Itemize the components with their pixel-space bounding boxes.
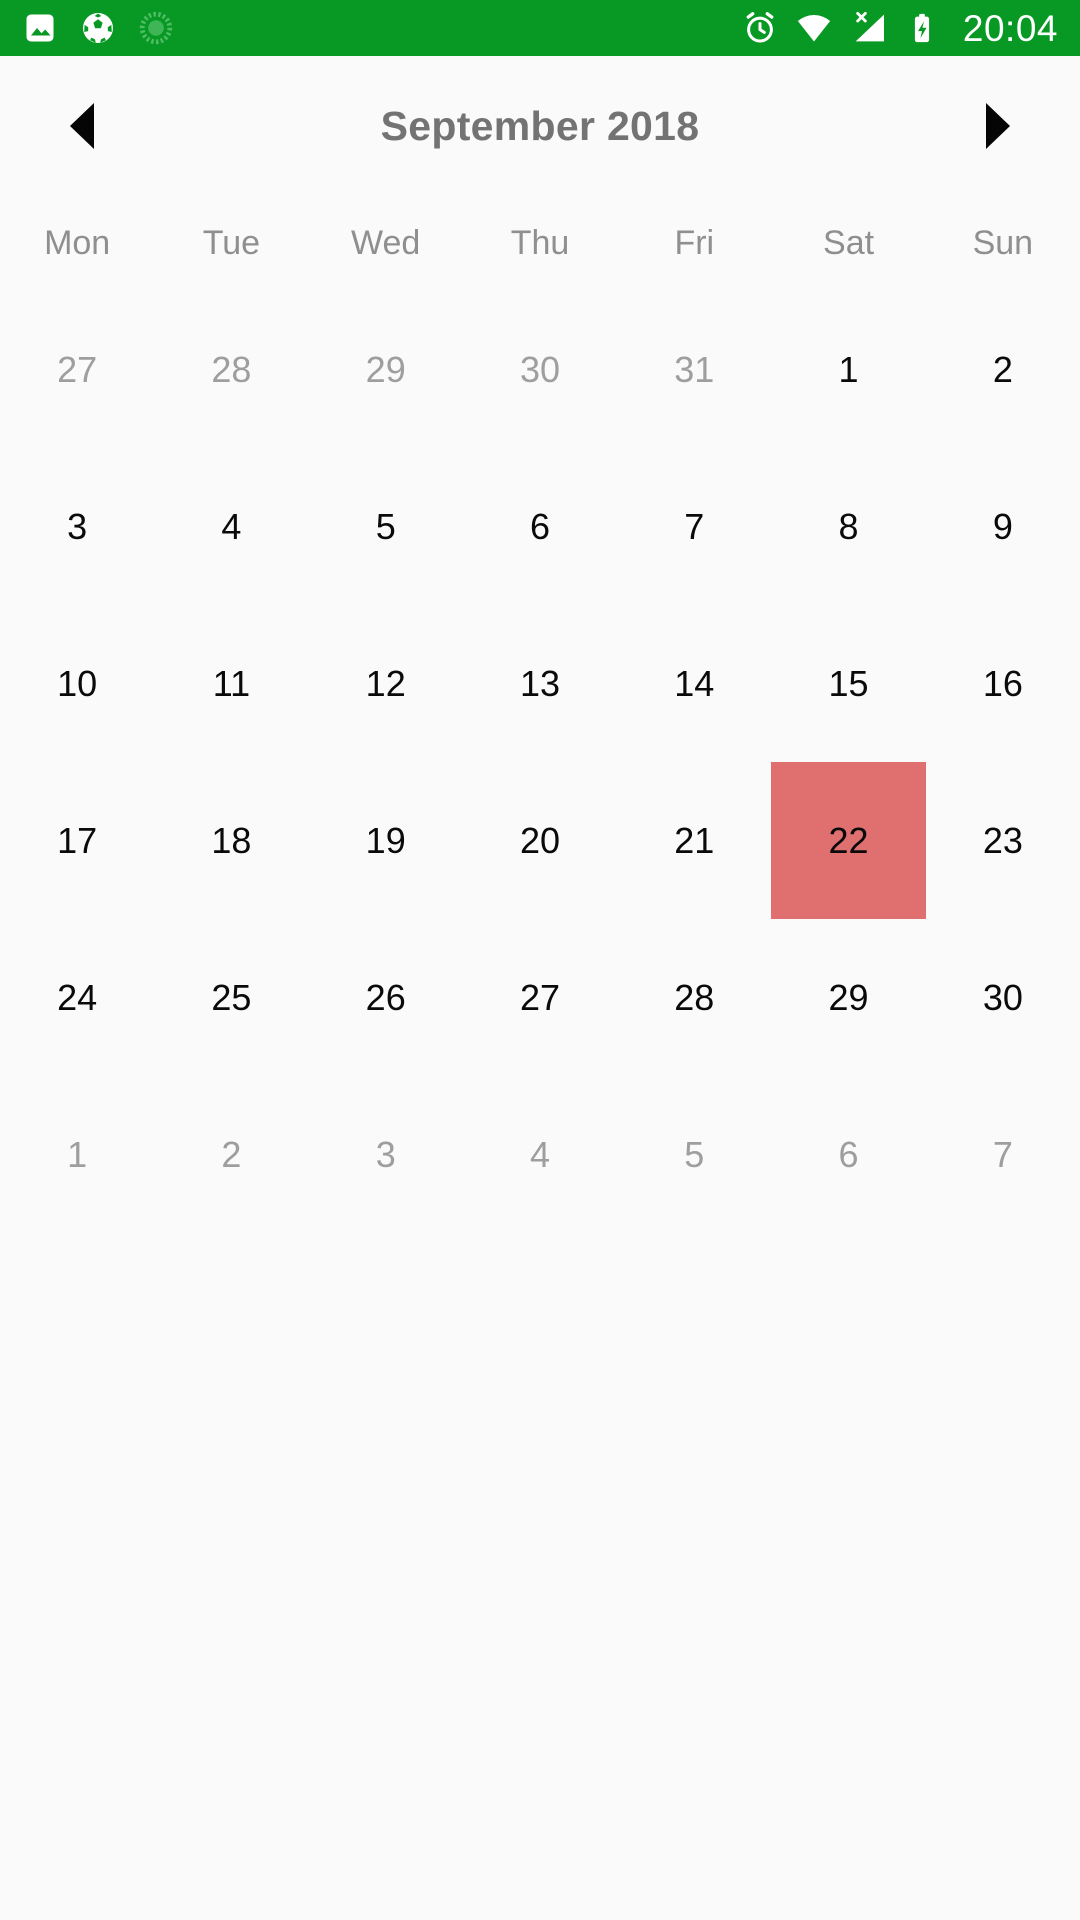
previous-month-button[interactable] (54, 98, 110, 154)
calendar-day[interactable]: 21 (617, 762, 771, 919)
chevron-left-icon (70, 103, 94, 149)
calendar-day[interactable]: 2 (926, 291, 1080, 448)
cell-signal-no-sim-icon (849, 8, 889, 48)
calendar-day[interactable]: 4 (463, 1076, 617, 1233)
weekday-label-sat: Sat (823, 224, 875, 262)
calendar-day[interactable]: 27 (0, 291, 154, 448)
calendar-day[interactable]: 14 (617, 605, 771, 762)
calendar-week-row: 27 28 29 30 31 1 2 (0, 291, 1080, 448)
calendar-day[interactable]: 25 (154, 919, 308, 1076)
calendar-week-row: 24 25 26 27 28 29 30 (0, 919, 1080, 1076)
wifi-icon (795, 9, 833, 47)
photo-icon (22, 10, 58, 46)
calendar-week-row: 10 11 12 13 14 15 16 (0, 605, 1080, 762)
calendar-day[interactable]: 29 (309, 291, 463, 448)
calendar-day[interactable]: 29 (771, 919, 925, 1076)
calendar-week-row: 3456789 (0, 448, 1080, 605)
calendar-grid: Mon Tue Wed Thu Fri Sat Sun 27 28 29 30 31 1 2 3 4 5 6 7 8… (0, 196, 1080, 1233)
battery-charging-icon (905, 11, 939, 45)
calendar-week-row: 1234567 (0, 1076, 1080, 1233)
status-bar-left-icons (22, 10, 174, 46)
weekday-label-thu: Thu (510, 224, 570, 262)
calendar-day[interactable]: 3 (0, 448, 154, 605)
calendar-day[interactable]: 18 (154, 762, 308, 919)
calendar-day[interactable]: 12 (309, 605, 463, 762)
calendar-day[interactable]: 5 (309, 448, 463, 605)
calendar-day[interactable]: 1 (771, 291, 925, 448)
calendar-day[interactable]: 16 (926, 605, 1080, 762)
calendar-day[interactable]: 10 (0, 605, 154, 762)
alarm-clock-icon (741, 9, 779, 47)
next-month-button[interactable] (970, 98, 1026, 154)
calendar-weeks: 27 28 29 30 31 1 2 3 4 5 6 7 8 9 10 11 12 13 14 15 16 17 18 19 2… (0, 291, 1080, 1233)
calendar-day[interactable]: 15 (771, 605, 925, 762)
soccer-ball-icon (80, 10, 116, 46)
calendar-day[interactable]: 5 (617, 1076, 771, 1233)
weekday-label-wed: Wed (351, 224, 421, 262)
calendar-day[interactable]: 23 (926, 762, 1080, 919)
calendar-day[interactable]: 3 (309, 1076, 463, 1233)
calendar-day[interactable]: 11 (154, 605, 308, 762)
weekday-label-fri: Fri (674, 224, 715, 262)
chevron-right-icon (986, 103, 1010, 149)
sync-progress-icon (138, 10, 174, 46)
calendar-day[interactable]: 31 (617, 291, 771, 448)
calendar-day[interactable]: 26 (309, 919, 463, 1076)
calendar-day[interactable]: 17 (0, 762, 154, 919)
calendar-day[interactable]: 6 (771, 1076, 925, 1233)
calendar-day-selected[interactable]: 22 (771, 762, 926, 919)
calendar-day[interactable]: 7 (926, 1076, 1080, 1233)
calendar-day[interactable]: 9 (926, 448, 1080, 605)
page-title: September 2018 (380, 102, 700, 149)
calendar-day[interactable]: 19 (309, 762, 463, 919)
calendar-day[interactable]: 6 (463, 448, 617, 605)
calendar-day[interactable]: 1 (0, 1076, 154, 1233)
weekday-label-mon: Mon (44, 224, 111, 262)
calendar-day[interactable]: 20 (463, 762, 617, 919)
calendar-week-row: 17 18 19 20 21 22 23 (0, 762, 1080, 919)
month-header: September 2018 (0, 56, 1080, 196)
calendar-day[interactable]: 28 (617, 919, 771, 1076)
calendar-day[interactable]: 4 (154, 448, 308, 605)
calendar-day[interactable]: 27 (463, 919, 617, 1076)
calendar-day[interactable]: 13 (463, 605, 617, 762)
calendar-day[interactable]: 2 (154, 1076, 308, 1233)
calendar-day[interactable]: 30 (463, 291, 617, 448)
calendar-day[interactable]: 7 (617, 448, 771, 605)
status-bar-clock: 20:04 (962, 7, 1058, 49)
weekday-header-row: Mon Tue Wed Thu Fri Sat Sun (0, 196, 1080, 291)
calendar-day[interactable]: 28 (154, 291, 308, 448)
status-bar: 20:04 (0, 0, 1080, 56)
calendar-day[interactable]: 24 (0, 919, 154, 1076)
calendar-day[interactable]: 30 (926, 919, 1080, 1076)
calendar-day[interactable]: 8 (771, 448, 925, 605)
status-bar-right-icons: 20:04 (741, 8, 1058, 48)
weekday-label-tue: Tue (202, 224, 261, 262)
weekday-label-sun: Sun (972, 224, 1034, 262)
